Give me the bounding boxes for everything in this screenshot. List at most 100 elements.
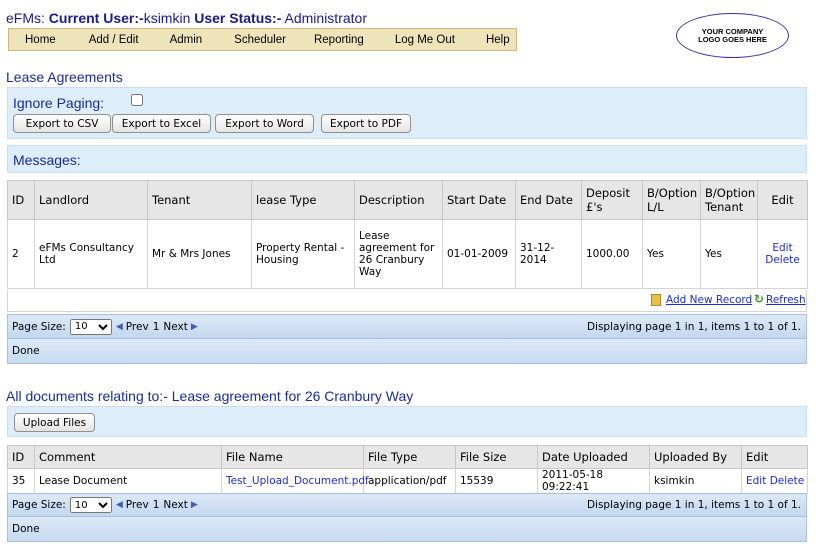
pager-status: Displaying page 1 in 1, items 1 to 1 of … bbox=[586, 499, 801, 511]
edit-link[interactable]: Edit bbox=[746, 475, 766, 487]
refresh-icon: ↻ bbox=[754, 292, 765, 306]
header-title: eFMs: Current User:-ksimkin User Status:… bbox=[6, 10, 367, 26]
col-description[interactable]: Description bbox=[354, 180, 443, 220]
edit-link[interactable]: Edit bbox=[762, 242, 803, 254]
col-id[interactable]: ID bbox=[7, 445, 35, 469]
col-file-type[interactable]: File Type bbox=[363, 445, 456, 469]
nav-admin[interactable]: Admin bbox=[170, 34, 203, 46]
col-id[interactable]: ID bbox=[7, 180, 35, 220]
export-panel: Ignore Paging: Export to CSV Export to E… bbox=[7, 87, 807, 139]
page-size-select[interactable]: 10 bbox=[69, 497, 112, 513]
page-size-label: Page Size: bbox=[12, 320, 66, 333]
nav-reporting[interactable]: Reporting bbox=[314, 34, 364, 46]
upload-files-button[interactable]: Upload Files bbox=[14, 413, 95, 432]
prev-arrow-icon[interactable]: ◀ bbox=[116, 500, 123, 510]
next-arrow-icon[interactable]: ▶ bbox=[191, 322, 198, 332]
nav-add-edit[interactable]: Add / Edit bbox=[89, 34, 139, 46]
cell-start-date: 01-01-2009 bbox=[442, 219, 516, 289]
add-new-record-link[interactable]: Add New Record bbox=[666, 294, 752, 306]
nav-home[interactable]: Home bbox=[25, 34, 56, 46]
documents-table-header: ID Comment File Name File Type File Size… bbox=[7, 445, 808, 469]
page-size-select[interactable]: 10 bbox=[69, 318, 112, 335]
cell-end-date: 31-12-2014 bbox=[515, 219, 582, 289]
pager-status: Displaying page 1 in 1, items 1 to 1 of … bbox=[586, 320, 801, 333]
cell-comment: Lease Document bbox=[34, 468, 222, 494]
nav-log-me-out[interactable]: Log Me Out bbox=[395, 34, 455, 46]
col-edit: Edit bbox=[741, 445, 808, 469]
col-uploaded-by[interactable]: Uploaded By bbox=[649, 445, 742, 469]
cell-file-size: 15539 bbox=[455, 468, 538, 494]
col-boption-tenant[interactable]: B/Option Tenant bbox=[700, 180, 758, 220]
file-name-link[interactable]: Test_Upload_Document.pdf bbox=[221, 468, 369, 494]
nav-help[interactable]: Help bbox=[486, 34, 510, 46]
col-edit: Edit bbox=[757, 180, 808, 220]
documents-section-title: All documents relating to:- Lease agreem… bbox=[6, 388, 414, 404]
table-row: 2 eFMs Consultancy Ltd Mr & Mrs Jones Pr… bbox=[7, 219, 808, 289]
cell-file-type: application/pdf bbox=[363, 468, 456, 494]
messages-panel: Messages: bbox=[7, 145, 807, 173]
cell-boption-tenant: Yes bbox=[700, 219, 758, 289]
cell-lease-type: Property Rental - Housing bbox=[251, 219, 355, 289]
nav-scheduler[interactable]: Scheduler bbox=[234, 34, 286, 46]
cell-description: Lease agreement for 26 Cranbury Way bbox=[354, 219, 443, 289]
company-logo: YOUR COMPANY LOGO GOES HERE bbox=[676, 13, 789, 58]
next-page-link[interactable]: Next bbox=[163, 499, 187, 511]
col-file-size[interactable]: File Size bbox=[455, 445, 538, 469]
refresh-link[interactable]: Refresh bbox=[766, 294, 806, 306]
col-comment[interactable]: Comment bbox=[34, 445, 222, 469]
cell-edit: Edit Delete bbox=[757, 219, 808, 289]
prev-arrow-icon[interactable]: ◀ bbox=[116, 322, 123, 332]
cell-boption-ll: Yes bbox=[642, 219, 701, 289]
export-pdf-button[interactable]: Export to PDF bbox=[321, 114, 411, 133]
user-status-label: User Status:- bbox=[194, 10, 282, 26]
prev-page-link[interactable]: Prev bbox=[126, 321, 149, 333]
col-end-date[interactable]: End Date bbox=[515, 180, 582, 220]
page-number[interactable]: 1 bbox=[153, 321, 160, 333]
export-word-button[interactable]: Export to Word bbox=[215, 114, 314, 133]
done-status: Done bbox=[12, 345, 40, 357]
lease-done-bar: Done bbox=[7, 339, 807, 364]
page-number[interactable]: 1 bbox=[153, 499, 160, 511]
col-lease-type[interactable]: lease Type bbox=[251, 180, 355, 220]
cell-deposit: 1000.00 bbox=[581, 219, 643, 289]
documents-done-bar: Done bbox=[7, 517, 807, 542]
table-row: 35 Lease Document Test_Upload_Document.p… bbox=[7, 468, 808, 494]
col-tenant[interactable]: Tenant bbox=[147, 180, 252, 220]
col-landlord[interactable]: Landlord bbox=[34, 180, 148, 220]
col-start-date[interactable]: Start Date bbox=[442, 180, 516, 220]
ignore-paging-label: Ignore Paging: bbox=[13, 95, 105, 111]
lease-section-title: Lease Agreements bbox=[6, 69, 123, 85]
messages-label: Messages: bbox=[13, 152, 81, 168]
next-arrow-icon[interactable]: ▶ bbox=[191, 500, 198, 510]
lease-table-header: ID Landlord Tenant lease Type Descriptio… bbox=[7, 180, 808, 220]
page-size-label: Page Size: bbox=[12, 499, 66, 511]
col-deposit[interactable]: Deposit £'s bbox=[581, 180, 643, 220]
documents-table: ID Comment File Name File Type File Size… bbox=[7, 445, 808, 494]
current-user: ksimkin bbox=[143, 10, 191, 26]
cell-edit: Edit Delete bbox=[741, 468, 808, 494]
col-boption-ll[interactable]: B/Option L/L bbox=[642, 180, 701, 220]
current-user-label: Current User:- bbox=[48, 10, 144, 26]
ignore-paging-checkbox[interactable] bbox=[131, 94, 143, 106]
col-date-uploaded[interactable]: Date Uploaded bbox=[537, 445, 650, 469]
upload-panel: Upload Files bbox=[7, 406, 807, 437]
app-name: eFMs: bbox=[6, 10, 45, 26]
cell-id: 2 bbox=[7, 219, 35, 289]
logo-text: YOUR COMPANY LOGO GOES HERE bbox=[698, 26, 767, 44]
add-record-icon bbox=[651, 294, 661, 306]
delete-link[interactable]: Delete bbox=[762, 254, 803, 266]
export-csv-button[interactable]: Export to CSV bbox=[13, 114, 111, 133]
done-status: Done bbox=[12, 523, 40, 535]
next-page-link[interactable]: Next bbox=[163, 321, 187, 333]
export-excel-button[interactable]: Export to Excel bbox=[112, 114, 211, 133]
lease-table-footer: Add New Record ↻ Refresh bbox=[7, 290, 807, 312]
delete-link[interactable]: Delete bbox=[770, 475, 805, 487]
prev-page-link[interactable]: Prev bbox=[126, 499, 149, 511]
documents-pager: Page Size: 10 ◀ Prev 1 Next ▶ Displaying… bbox=[7, 493, 807, 517]
cell-landlord: eFMs Consultancy Ltd bbox=[34, 219, 148, 289]
col-file-name[interactable]: File Name bbox=[221, 445, 364, 469]
cell-uploaded-by: ksimkin bbox=[649, 468, 742, 494]
user-status: Administrator bbox=[284, 10, 367, 26]
cell-date-uploaded: 2011-05-18 09:22:41 bbox=[537, 468, 650, 494]
lease-pager: Page Size: 10 ◀ Prev 1 Next ▶ Displaying… bbox=[7, 314, 807, 339]
